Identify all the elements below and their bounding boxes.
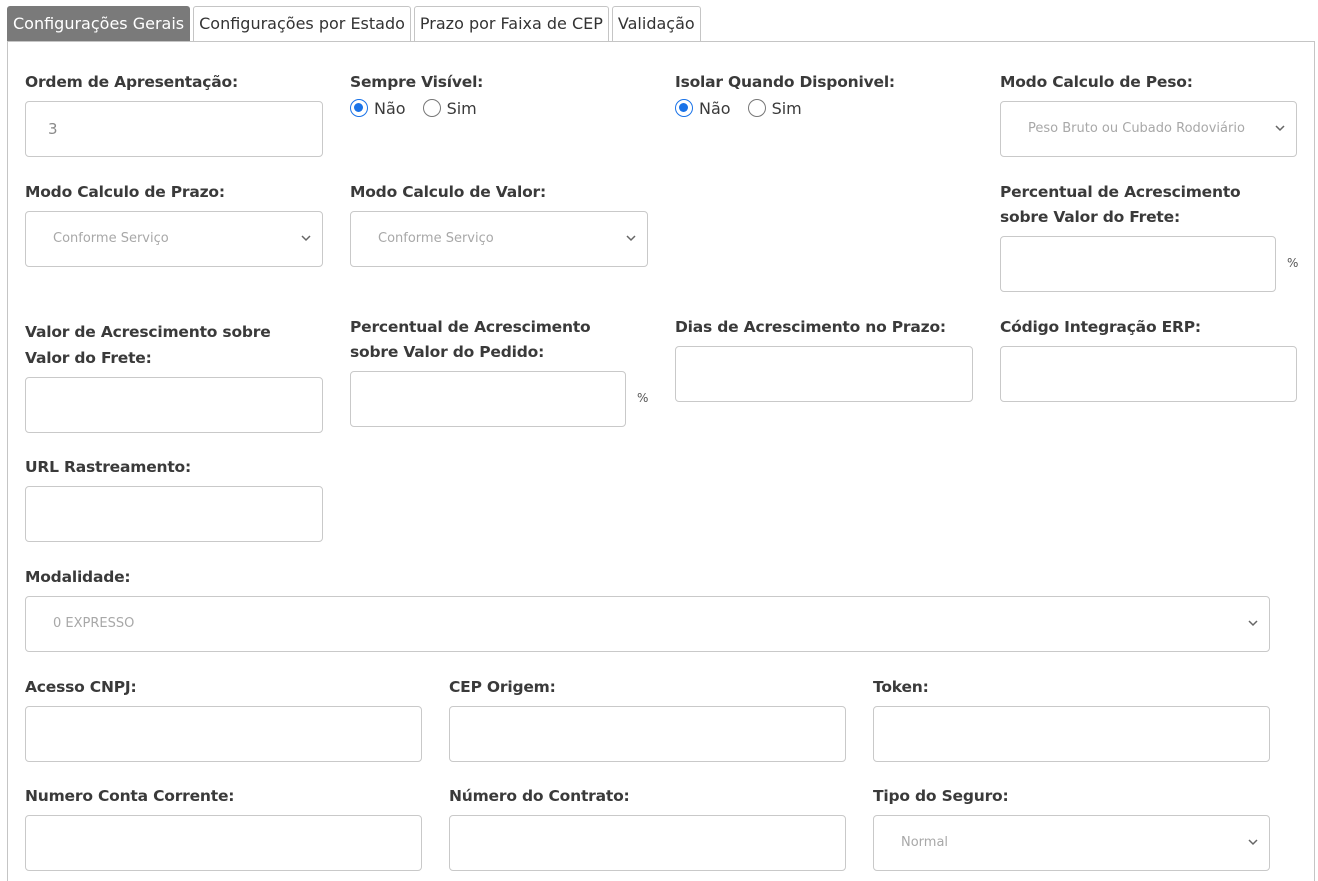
- valor-frete-input[interactable]: [25, 377, 323, 433]
- modalidade-value: 0 EXPRESSO: [53, 616, 135, 631]
- isolar-disponivel-nao-radio[interactable]: [675, 99, 693, 117]
- acesso-cnpj-label: Acesso CNPJ:: [25, 678, 137, 696]
- codigo-erp-label: Código Integração ERP:: [1000, 318, 1201, 336]
- chevron-down-icon: [1246, 835, 1260, 849]
- url-rastreamento-input[interactable]: [25, 486, 323, 542]
- numero-conta-input[interactable]: [25, 815, 422, 871]
- percent-suffix: %: [1287, 256, 1299, 270]
- token-label: Token:: [873, 678, 929, 696]
- percent-suffix: %: [637, 391, 649, 405]
- modo-calculo-peso-select[interactable]: Peso Bruto ou Cubado Rodoviário: [1000, 101, 1297, 157]
- tab-bar: Configurações Gerais Configurações por E…: [7, 6, 701, 41]
- valor-frete-label-line1: Valor de Acrescimento sobre: [25, 323, 271, 341]
- numero-contrato-input[interactable]: [449, 815, 846, 871]
- tab-configuracoes-por-estado[interactable]: Configurações por Estado: [193, 6, 411, 41]
- tab-configuracoes-gerais[interactable]: Configurações Gerais: [7, 6, 191, 41]
- percentual-frete-label-line2: sobre Valor do Frete:: [1000, 208, 1180, 226]
- tipo-seguro-value: Normal: [901, 835, 949, 850]
- sempre-visivel-radio-group: Não Sim: [350, 96, 494, 120]
- sempre-visivel-nao-radio[interactable]: [350, 99, 368, 117]
- sempre-visivel-label: Sempre Visível:: [350, 73, 484, 91]
- isolar-disponivel-radio-group: Não Sim: [675, 96, 819, 120]
- modalidade-label: Modalidade:: [25, 568, 131, 586]
- dias-prazo-label: Dias de Acrescimento no Prazo:: [675, 318, 946, 336]
- modo-calculo-valor-value: Conforme Serviço: [378, 231, 494, 246]
- sempre-visivel-sim-radio[interactable]: [422, 99, 441, 117]
- isolar-disponivel-nao-label: Não: [699, 98, 731, 118]
- ordem-apresentacao-label: Ordem de Apresentação:: [25, 73, 238, 91]
- modo-calculo-peso-value: Peso Bruto ou Cubado Rodoviário: [1028, 121, 1245, 136]
- tab-prazo-por-faixa-cep[interactable]: Prazo por Faixa de CEP: [413, 6, 609, 41]
- numero-conta-label: Numero Conta Corrente:: [25, 787, 235, 805]
- modalidade-select[interactable]: 0 EXPRESSO: [25, 596, 1270, 652]
- chevron-down-icon: [624, 231, 638, 245]
- acesso-cnpj-input[interactable]: [25, 706, 422, 762]
- modo-calculo-prazo-value: Conforme Serviço: [53, 231, 169, 246]
- tipo-seguro-label: Tipo do Seguro:: [873, 787, 1009, 805]
- chevron-down-icon: [1246, 616, 1260, 630]
- sempre-visivel-sim-label: Sim: [446, 98, 477, 118]
- ordem-apresentacao-input[interactable]: 3: [25, 101, 323, 157]
- valor-frete-label-line2: Valor do Frete:: [25, 349, 152, 367]
- percentual-frete-label-line1: Percentual de Acrescimento: [1000, 183, 1241, 201]
- cep-origem-input[interactable]: [449, 706, 846, 762]
- chevron-down-icon: [1273, 121, 1287, 135]
- tipo-seguro-select[interactable]: Normal: [873, 815, 1270, 871]
- modo-calculo-prazo-label: Modo Calculo de Prazo:: [25, 183, 225, 201]
- modo-calculo-valor-label: Modo Calculo de Valor:: [350, 183, 546, 201]
- dias-prazo-input[interactable]: [675, 346, 973, 402]
- isolar-disponivel-label: Isolar Quando Disponivel:: [675, 73, 895, 91]
- percentual-pedido-label-line2: sobre Valor do Pedido:: [350, 343, 545, 361]
- token-input[interactable]: [873, 706, 1270, 762]
- isolar-disponivel-sim-radio[interactable]: [747, 99, 766, 117]
- modo-calculo-peso-label: Modo Calculo de Peso:: [1000, 73, 1193, 91]
- modo-calculo-valor-select[interactable]: Conforme Serviço: [350, 211, 648, 267]
- numero-contrato-label: Número do Contrato:: [449, 787, 630, 805]
- percentual-pedido-input[interactable]: [350, 371, 626, 427]
- url-rastreamento-label: URL Rastreamento:: [25, 458, 191, 476]
- percentual-pedido-label-line1: Percentual de Acrescimento: [350, 318, 591, 336]
- isolar-disponivel-sim-label: Sim: [771, 98, 802, 118]
- chevron-down-icon: [299, 231, 313, 245]
- percentual-frete-input[interactable]: [1000, 236, 1276, 292]
- cep-origem-label: CEP Origem:: [449, 678, 556, 696]
- tab-validacao[interactable]: Validação: [611, 6, 701, 41]
- codigo-erp-input[interactable]: [1000, 346, 1297, 402]
- modo-calculo-prazo-select[interactable]: Conforme Serviço: [25, 211, 323, 267]
- sempre-visivel-nao-label: Não: [374, 98, 406, 118]
